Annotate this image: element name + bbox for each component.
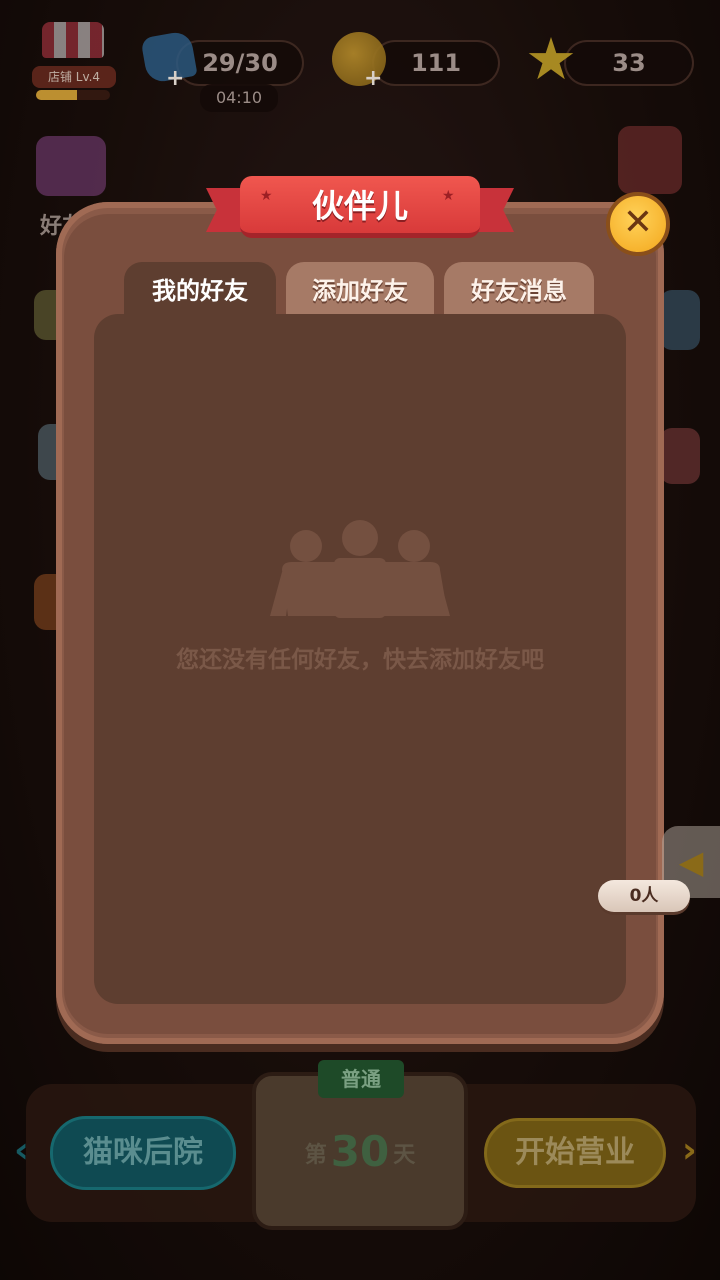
energy-timer: 04:10 [200,84,278,112]
start-business-button[interactable]: 开始营业 [484,1118,666,1188]
prev-arrow-icon[interactable]: ‹ [14,1130,29,1171]
shop-exp-bar [36,90,110,100]
close-button[interactable]: ✕ [606,192,670,256]
shop-level-badge[interactable]: 店铺 Lv.4 [30,22,116,106]
modal-title-ribbon: 伙伴儿 ★ ★ [206,172,514,244]
shop-level-label: 店铺 Lv.4 [32,66,116,88]
day-suffix: 天 [393,1143,416,1168]
star-icon: ★ [525,25,577,93]
close-icon: ✕ [622,202,654,243]
side-menu-icon-right-3[interactable] [660,428,700,484]
empty-friends-message: 您还没有任何好友，快去添加好友吧 [176,647,544,673]
day-number: 30 [330,1127,390,1176]
tab-friend-messages[interactable]: 好友消息 [444,262,594,316]
shop-icon [42,22,104,58]
dice-icon[interactable] [618,126,682,194]
add-energy-icon[interactable]: + [166,66,184,91]
friends-group-icon [270,520,450,618]
cat-backyard-button[interactable]: 猫咪后院 [50,1116,236,1190]
friends-menu-icon[interactable] [36,136,106,196]
coin-counter: 111 [372,40,500,86]
ribbon-star-icon: ★ [260,188,273,204]
day-counter: 第30 天 [270,1126,450,1178]
shop-exp-fill [36,90,77,100]
tab-add-friend[interactable]: 添加好友 [286,262,434,316]
ribbon-star-icon: ★ [442,188,455,204]
friend-count-badge: 0人 [598,880,690,912]
add-coin-icon[interactable]: + [364,66,382,91]
star-counter: 33 [564,40,694,86]
modal-title: 伙伴儿 [240,176,480,238]
day-prefix: 第 [304,1143,327,1168]
side-menu-icon-right-2[interactable] [660,290,700,350]
top-hud: 店铺 Lv.4 29/30 + 04:10 111 + 33 ★ [0,0,720,120]
tab-my-friends[interactable]: 我的好友 [124,262,276,316]
mode-tag: 普通 [318,1060,404,1098]
next-arrow-icon[interactable]: › [682,1130,697,1171]
